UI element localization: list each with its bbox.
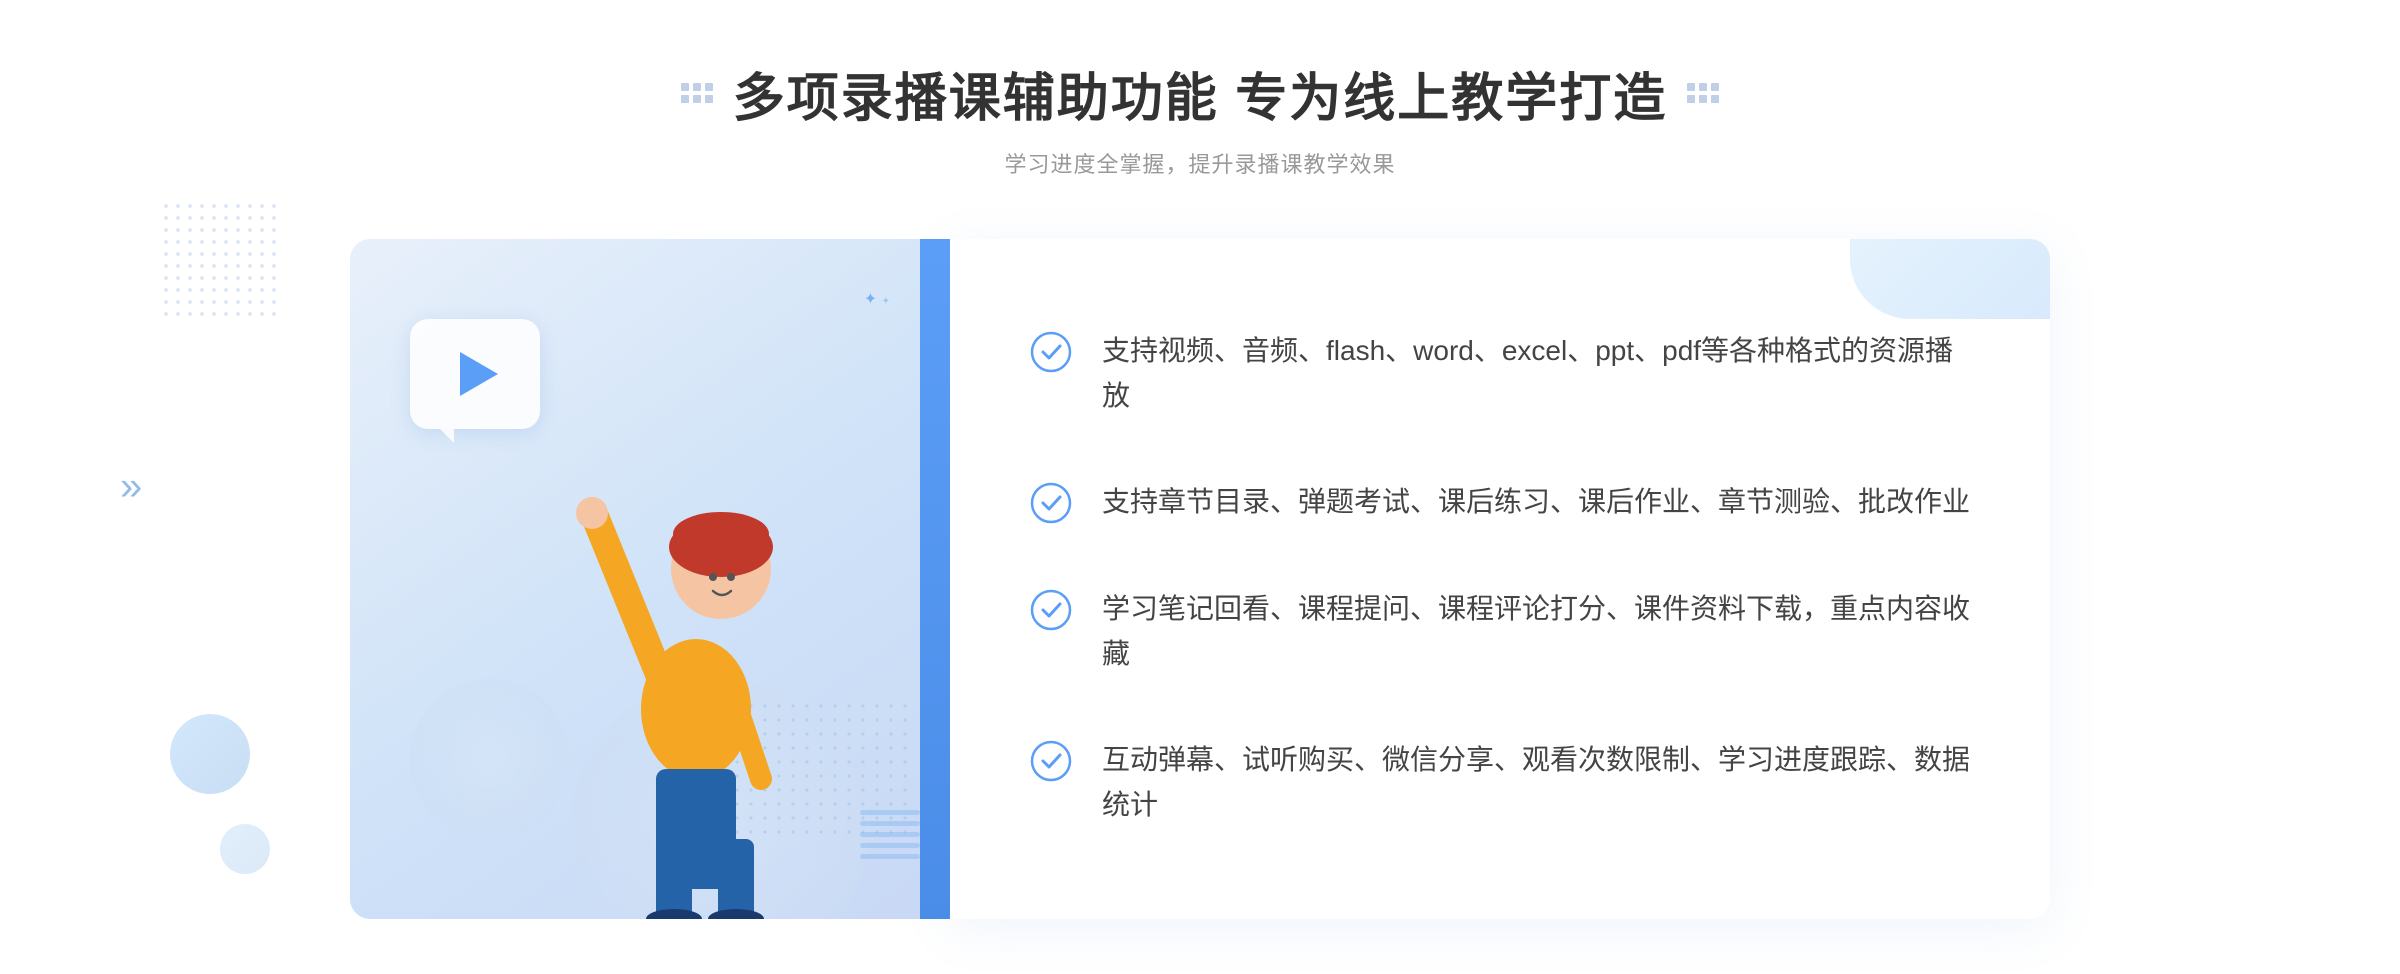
stripe-2: [860, 821, 920, 826]
feature-item-3: 学习笔记回看、课程提问、课程评论打分、课件资料下载，重点内容收藏: [1030, 567, 1970, 697]
header-title-row: 多项录播课辅助功能 专为线上教学打造: [681, 56, 1719, 131]
stripe-5: [860, 854, 920, 859]
feature-text-2: 支持章节目录、弹题考试、课后练习、课后作业、章节测验、批改作业: [1102, 480, 1970, 525]
check-icon-4: [1030, 740, 1072, 782]
feature-item-1: 支持视频、音频、flash、word、excel、ppt、pdf等各种格式的资源…: [1030, 309, 1970, 439]
bg-circle-medium: [410, 679, 570, 839]
features-panel: 支持视频、音频、flash、word、excel、ppt、pdf等各种格式的资源…: [950, 239, 2050, 919]
play-icon: [460, 352, 498, 396]
feature-item-2: 支持章节目录、弹题考试、课后练习、课后作业、章节测验、批改作业: [1030, 460, 1970, 545]
check-icon-2: [1030, 482, 1072, 524]
stars-decoration: ✦ ✦: [864, 289, 890, 309]
star-1: ✦: [864, 291, 877, 308]
stripe-3: [860, 832, 920, 837]
feature-text-1: 支持视频、音频、flash、word、excel、ppt、pdf等各种格式的资源…: [1102, 329, 1970, 419]
dots-decoration-left: [160, 200, 280, 320]
check-icon-1: [1030, 331, 1072, 373]
blue-stripe: [920, 239, 950, 919]
title-dots-left: [681, 83, 713, 103]
header-section: 多项录播课辅助功能 专为线上教学打造 学习进度全掌握，提升录播课教学效果: [681, 56, 1719, 179]
circle-decoration-2: [220, 824, 270, 874]
stripe-1: [860, 810, 920, 815]
main-content: ✦ ✦: [350, 239, 2050, 919]
feature-text-3: 学习笔记回看、课程提问、课程评论打分、课件资料下载，重点内容收藏: [1102, 587, 1970, 677]
page-title: 多项录播课辅助功能 专为线上教学打造: [733, 56, 1667, 131]
feature-text-4: 互动弹幕、试听购买、微信分享、观看次数限制、学习进度跟踪、数据统计: [1102, 738, 1970, 828]
play-bubble: [410, 319, 540, 429]
title-dots-right: [1687, 83, 1719, 103]
content-wrapper: ✦ ✦: [350, 239, 2050, 919]
character-illustration: [566, 399, 846, 919]
stripes-decoration: [860, 810, 920, 859]
page-container: » 多项录播课辅助功能 专为线上教学打造 学习进度全掌握，提升录播课教学效果: [0, 0, 2400, 974]
check-icon-3: [1030, 589, 1072, 631]
star-2: ✦: [882, 296, 890, 307]
chevron-left-decoration: »: [120, 465, 142, 510]
top-deco: [1850, 239, 2050, 319]
illustration-panel: ✦ ✦: [350, 239, 950, 919]
circle-decoration-1: [170, 714, 250, 794]
page-subtitle: 学习进度全掌握，提升录播课教学效果: [681, 147, 1719, 179]
stripe-4: [860, 843, 920, 848]
feature-item-4: 互动弹幕、试听购买、微信分享、观看次数限制、学习进度跟踪、数据统计: [1030, 718, 1970, 848]
